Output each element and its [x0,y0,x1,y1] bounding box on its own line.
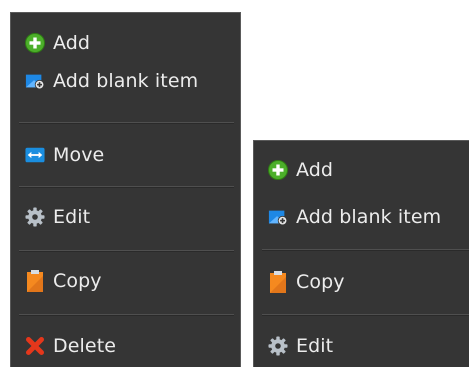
clipboard-icon [268,271,288,293]
menu-item-add[interactable]: Add [11,23,240,63]
add-blank-item-icon [25,71,45,91]
delete-icon [25,336,45,356]
menu-item-label: Add blank item [53,70,199,92]
menu-item-label: Move [53,144,105,166]
menu-item-add[interactable]: Add [254,150,469,190]
menu-item-label: Add blank item [296,206,442,228]
context-menu-full: Add Add blank item Move Edit Copy Delete [10,12,241,367]
move-icon [25,145,45,165]
menu-item-label: Copy [53,270,102,292]
menu-item-label: Copy [296,271,345,293]
add-icon [25,33,45,53]
menu-separator [262,314,469,316]
menu-item-add-blank-item[interactable]: Add blank item [254,197,469,237]
menu-item-add-blank-item[interactable]: Add blank item [11,61,240,101]
context-menu-partial: Add Add blank item Copy Edit [253,140,469,367]
menu-item-label: Edit [296,335,334,357]
menu-item-edit[interactable]: Edit [11,197,240,237]
menu-separator [19,186,234,188]
menu-item-label: Add [53,32,91,54]
menu-item-move[interactable]: Move [11,135,240,175]
menu-item-label: Add [296,159,334,181]
menu-item-copy[interactable]: Copy [11,261,240,301]
menu-item-label: Delete [53,335,117,357]
menu-separator [19,122,234,124]
gear-icon [268,336,288,356]
menu-separator [19,314,234,316]
menu-item-label: Edit [53,206,91,228]
menu-item-delete[interactable]: Delete [11,326,240,366]
add-blank-item-icon [268,207,288,227]
add-icon [268,160,288,180]
gear-icon [25,207,45,227]
menu-item-copy[interactable]: Copy [254,262,469,302]
clipboard-icon [25,270,45,292]
menu-separator [262,249,469,251]
menu-item-edit[interactable]: Edit [254,326,469,366]
menu-separator [19,250,234,252]
